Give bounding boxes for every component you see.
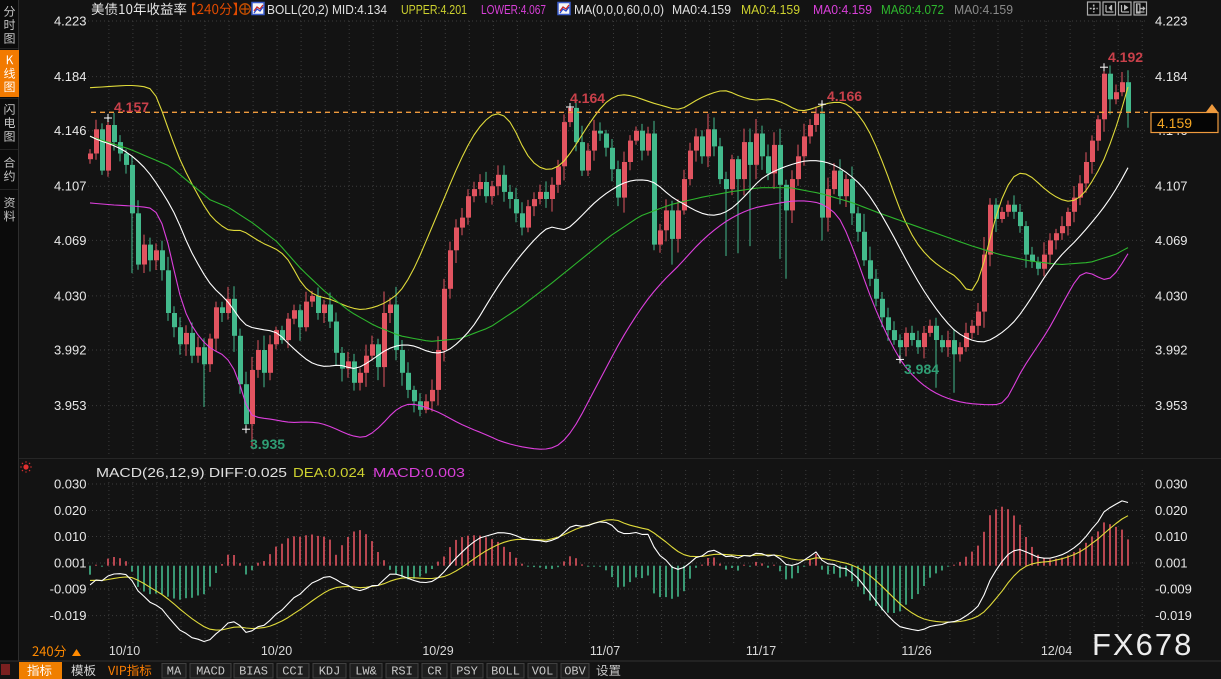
svg-text:PSY: PSY <box>456 665 478 679</box>
svg-text:LOWER:4.067: LOWER:4.067 <box>481 2 546 17</box>
svg-text:10/10: 10/10 <box>109 644 140 658</box>
svg-text:BIAS: BIAS <box>239 665 268 679</box>
svg-text:4.069: 4.069 <box>1155 233 1188 248</box>
svg-text:-0.009: -0.009 <box>1155 582 1192 597</box>
svg-text:4.107: 4.107 <box>1155 179 1188 194</box>
svg-text:4.030: 4.030 <box>1155 288 1188 303</box>
svg-text:4.223: 4.223 <box>1155 14 1188 29</box>
svg-text:4.223: 4.223 <box>54 14 87 29</box>
svg-text:12/04: 12/04 <box>1041 644 1072 658</box>
svg-text:-0.019: -0.019 <box>50 608 87 623</box>
svg-text:11/17: 11/17 <box>746 644 776 658</box>
svg-text:10/29: 10/29 <box>422 644 453 658</box>
svg-text:11/26: 11/26 <box>901 644 931 658</box>
svg-text:BOLL: BOLL <box>491 665 520 679</box>
svg-text:3.984: 3.984 <box>904 361 939 377</box>
svg-text:VOL: VOL <box>532 665 554 679</box>
svg-text:0.001: 0.001 <box>54 556 87 571</box>
svg-text:4.157: 4.157 <box>114 99 149 115</box>
svg-text:MA(0,0,0,60,0,0): MA(0,0,0,60,0,0) <box>574 2 664 17</box>
svg-text:KDJ: KDJ <box>319 665 341 679</box>
svg-text:4.184: 4.184 <box>54 69 87 84</box>
svg-text:3.953: 3.953 <box>54 398 87 413</box>
svg-text:3.935: 3.935 <box>250 436 285 452</box>
svg-text:0.010: 0.010 <box>54 529 87 544</box>
svg-text:4.192: 4.192 <box>1108 49 1143 65</box>
svg-text:MA60:4.072: MA60:4.072 <box>881 2 944 17</box>
svg-text:DEA:0.024: DEA:0.024 <box>293 465 365 480</box>
svg-text:-0.019: -0.019 <box>1155 608 1192 623</box>
svg-text:11/07: 11/07 <box>590 644 620 658</box>
svg-text:MACD: MACD <box>196 665 225 679</box>
svg-text:3.992: 3.992 <box>54 343 87 358</box>
svg-text:MA: MA <box>167 665 182 679</box>
svg-text:MACD:0.003: MACD:0.003 <box>373 465 465 480</box>
svg-text:4.164: 4.164 <box>570 90 605 106</box>
svg-text:MA0:4.159: MA0:4.159 <box>954 2 1013 17</box>
svg-text:-0.009: -0.009 <box>50 582 87 597</box>
svg-text:4.146: 4.146 <box>54 123 87 138</box>
svg-text:CR: CR <box>427 665 441 679</box>
svg-text:MA0:4.159: MA0:4.159 <box>741 2 800 17</box>
svg-text:0.020: 0.020 <box>54 503 87 518</box>
svg-text:4.107: 4.107 <box>54 179 87 194</box>
svg-text:MACD(26,12,9) DIFF:0.025: MACD(26,12,9) DIFF:0.025 <box>96 465 287 480</box>
svg-text:UPPER:4.201: UPPER:4.201 <box>401 2 467 17</box>
svg-text:LW&: LW& <box>355 665 377 679</box>
svg-text:3.992: 3.992 <box>1155 343 1188 358</box>
svg-text:10/20: 10/20 <box>261 644 292 658</box>
svg-text:0.030: 0.030 <box>1155 477 1188 492</box>
svg-text:CCI: CCI <box>282 665 304 679</box>
svg-text:3.953: 3.953 <box>1155 398 1188 413</box>
svg-text:0.020: 0.020 <box>1155 503 1188 518</box>
svg-text:OBV: OBV <box>564 665 586 679</box>
svg-text:0.030: 0.030 <box>54 477 87 492</box>
svg-text:0.010: 0.010 <box>1155 529 1188 544</box>
svg-text:4.069: 4.069 <box>54 233 87 248</box>
svg-text:BOLL(20,2) MID:4.134: BOLL(20,2) MID:4.134 <box>267 2 387 17</box>
svg-text:MA0:4.159: MA0:4.159 <box>672 2 731 17</box>
svg-text:MA0:4.159: MA0:4.159 <box>813 2 872 17</box>
svg-text:FX678: FX678 <box>1092 627 1193 662</box>
svg-text:4.166: 4.166 <box>827 88 862 104</box>
svg-text:RSI: RSI <box>391 665 413 679</box>
svg-text:4.030: 4.030 <box>54 288 87 303</box>
svg-text:0.001: 0.001 <box>1155 556 1188 571</box>
svg-text:4.184: 4.184 <box>1155 69 1188 84</box>
svg-text:4.159: 4.159 <box>1157 115 1192 131</box>
